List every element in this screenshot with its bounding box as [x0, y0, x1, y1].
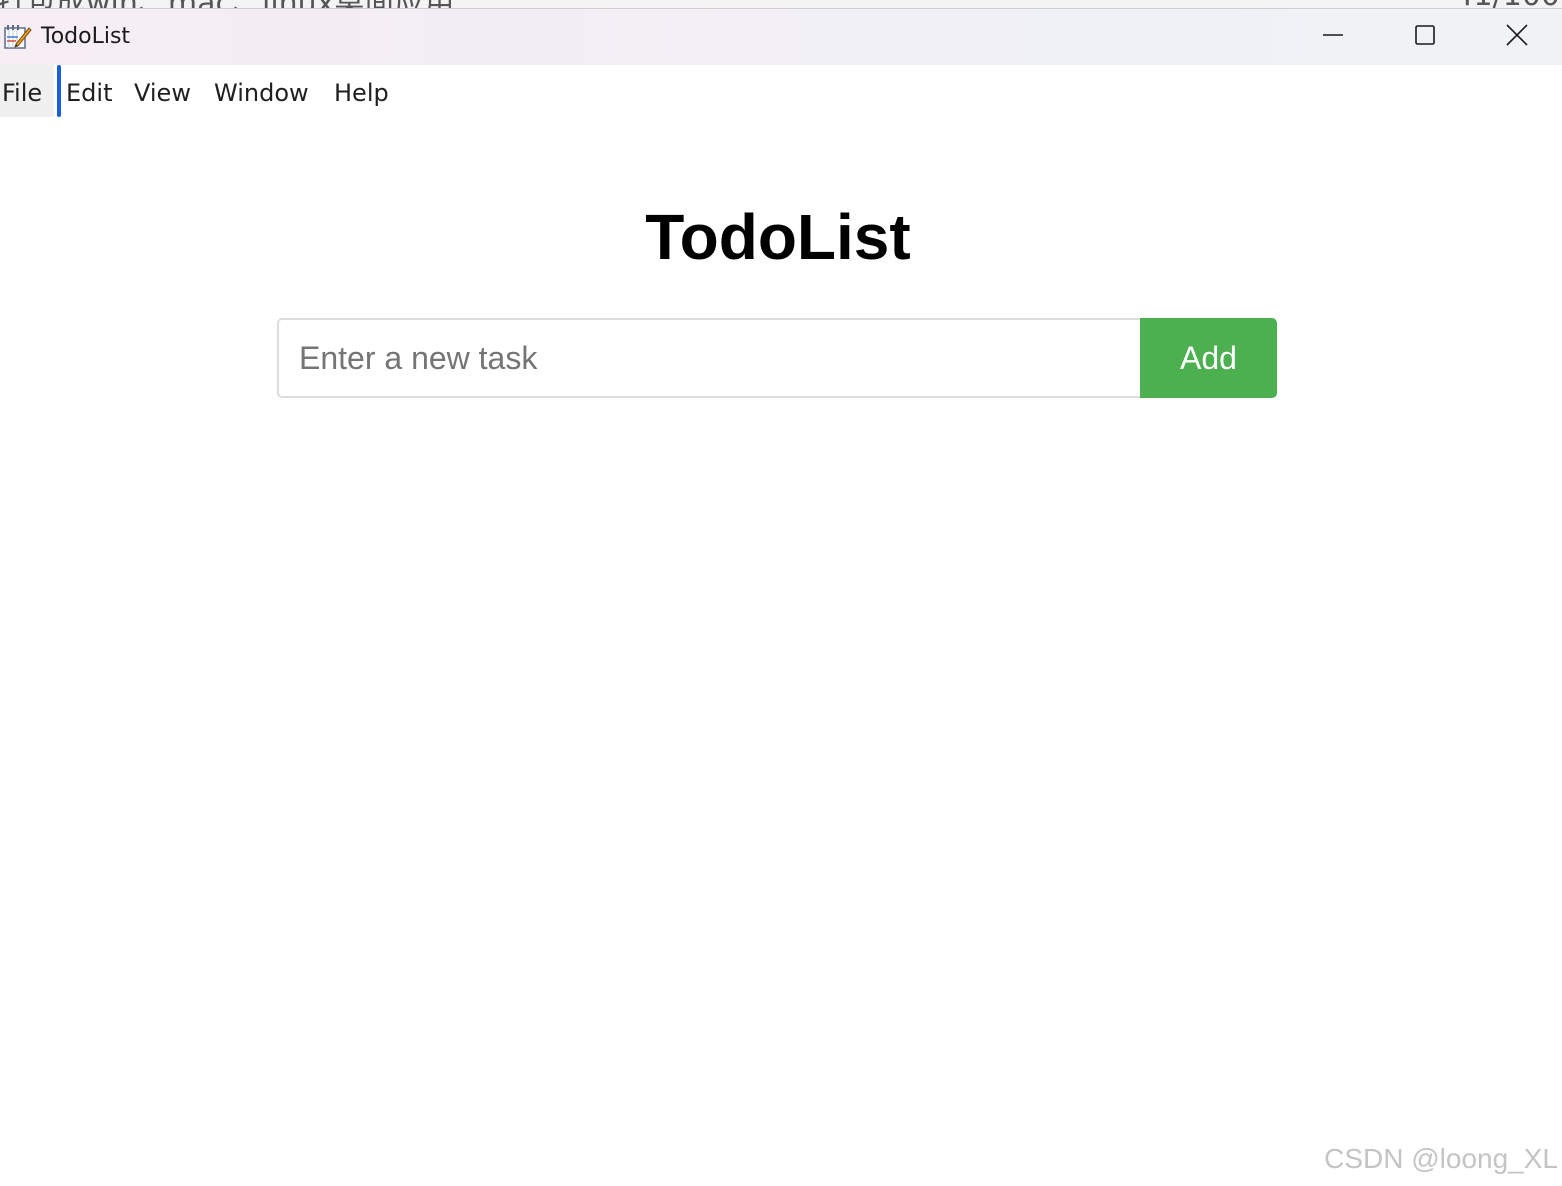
background-window-strip: 打包成win、mac、linux桌面应用 41/100	[0, 0, 1562, 8]
menu-file[interactable]: File	[0, 65, 54, 117]
close-button[interactable]	[1471, 9, 1562, 65]
background-counter: 41/100	[1454, 0, 1560, 8]
menu-bar: File Edit View Window Help	[0, 65, 1562, 117]
maximize-icon	[1414, 24, 1436, 50]
maximize-button[interactable]	[1379, 9, 1471, 65]
background-article-title: 打包成win、mac、linux桌面应用	[0, 0, 454, 8]
minimize-button[interactable]	[1287, 9, 1379, 65]
watermark: CSDN @loong_XL	[1324, 1143, 1558, 1175]
menu-focus-indicator	[57, 65, 61, 117]
add-task-button[interactable]: Add	[1140, 318, 1277, 398]
app-window: TodoList File Edit View Window Help Todo…	[0, 8, 1562, 1186]
menu-view[interactable]: View	[134, 65, 191, 117]
menu-edit[interactable]: Edit	[66, 65, 112, 117]
page-title: TodoList	[0, 199, 1556, 275]
window-title: TodoList	[41, 23, 130, 51]
close-icon	[1505, 23, 1529, 51]
minimize-icon	[1322, 24, 1344, 50]
menu-help[interactable]: Help	[334, 65, 389, 117]
title-bar[interactable]: TodoList	[0, 9, 1562, 65]
new-task-input[interactable]	[277, 318, 1140, 398]
menu-window[interactable]: Window	[214, 65, 309, 117]
notepad-pencil-icon	[4, 24, 32, 50]
